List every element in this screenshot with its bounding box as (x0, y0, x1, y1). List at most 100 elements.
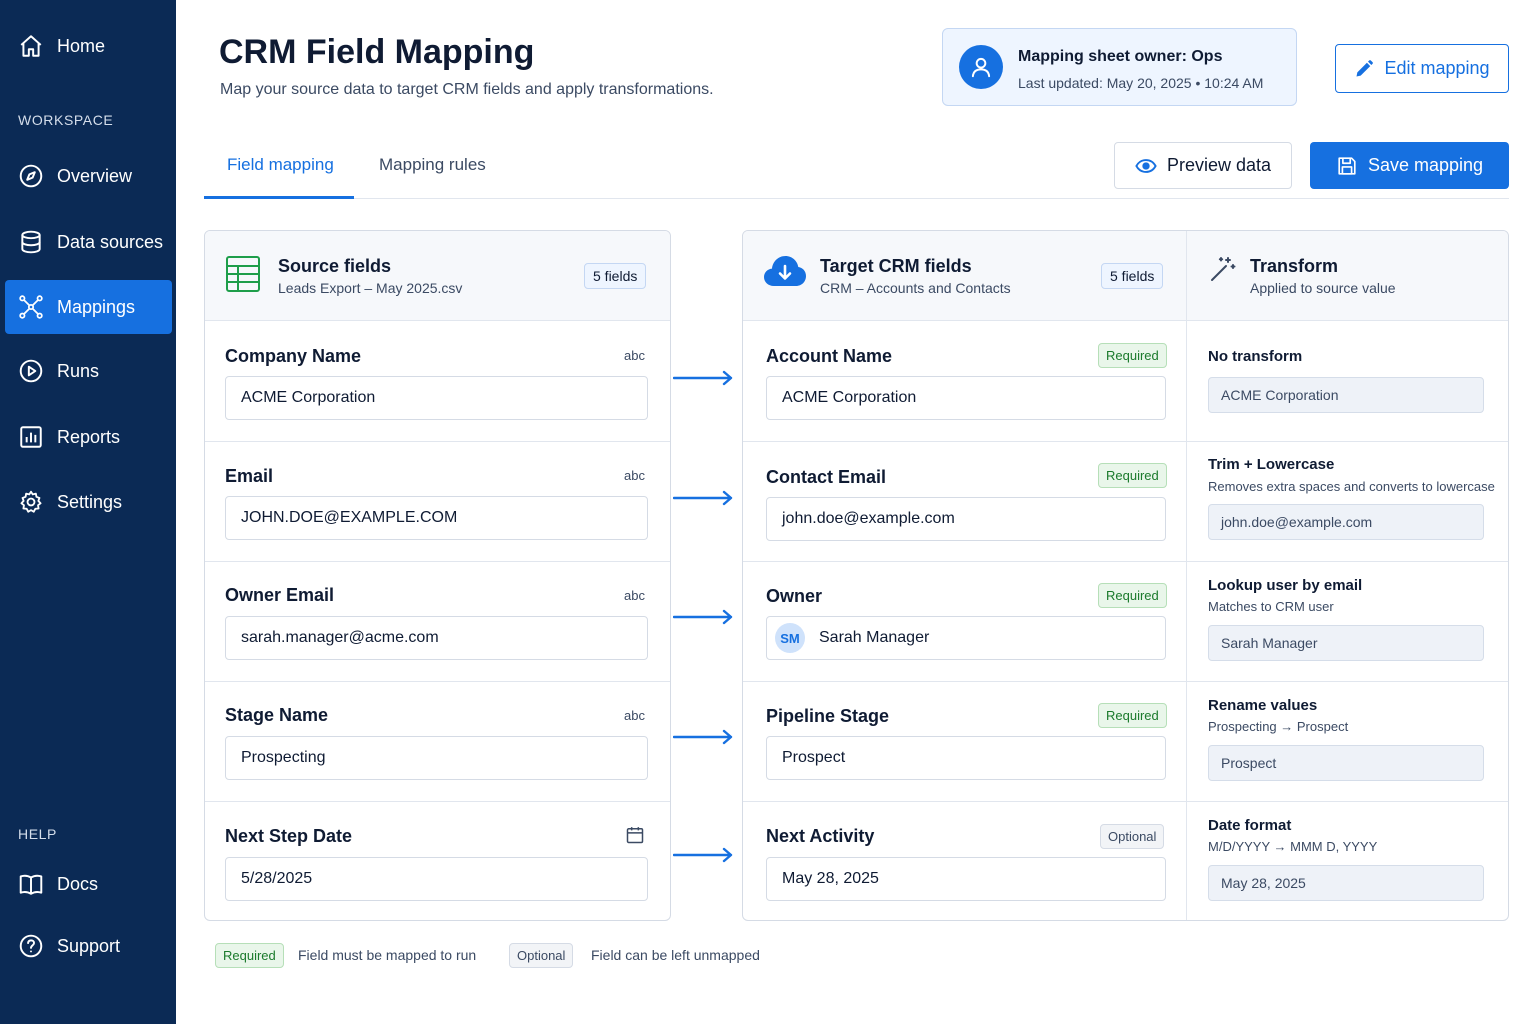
sidebar-item-docs[interactable]: Docs (5, 857, 172, 911)
sidebar-item-settings[interactable]: Settings (5, 475, 172, 529)
target-field-label: Pipeline Stage (766, 706, 890, 726)
arrow-right-icon (673, 609, 733, 625)
row-divider (205, 441, 670, 442)
tab-field-mapping[interactable]: Field mapping (227, 155, 334, 175)
row-divider (743, 441, 1508, 442)
column-divider (1186, 231, 1187, 920)
tabs-divider (204, 198, 1509, 199)
target-transform-panel: Target CRM fields CRM – Accounts and Con… (742, 230, 1509, 921)
arrow-right-icon (673, 370, 733, 386)
row-divider (205, 681, 670, 682)
help-section-label: HELP (18, 826, 57, 842)
target-field-label: Next Activity (766, 826, 875, 846)
source-field-value[interactable]: ACME Corporation (225, 376, 648, 420)
sidebar-item-home[interactable]: Home (5, 19, 172, 73)
transform-result: john.doe@example.com (1208, 504, 1484, 540)
source-field-value[interactable]: sarah.manager@acme.com (225, 616, 648, 660)
row-divider (205, 561, 670, 562)
target-field-value[interactable]: ACME Corporation (766, 376, 1166, 420)
target-field-value[interactable]: john.doe@example.com (766, 497, 1166, 541)
required-badge: Required (1098, 343, 1167, 368)
legend-optional-badge: Optional (509, 943, 574, 968)
transform-panel-title: Transform (1250, 256, 1339, 276)
transform-title: Trim + Lowercase (1208, 456, 1335, 473)
legend-required-badge: Required (215, 943, 284, 968)
page-subtitle: Map your source data to target CRM field… (220, 81, 714, 98)
compass-icon (19, 164, 43, 188)
sidebar-item-label: Runs (57, 360, 100, 381)
row-divider (743, 801, 1508, 802)
source-field-label: Stage Name (225, 705, 329, 725)
preview-data-label: Preview data (1166, 155, 1272, 175)
home-icon (20, 35, 42, 57)
magic-wand-icon (1211, 257, 1236, 281)
target-field-value[interactable]: Prospect (766, 736, 1166, 780)
sidebar-item-mappings[interactable]: Mappings (5, 280, 172, 334)
arrow-right-icon (673, 490, 733, 506)
text-type-tag: abc (624, 348, 645, 363)
transform-result: Sarah Manager (1208, 625, 1484, 661)
target-field-value[interactable]: May 28, 2025 (766, 857, 1166, 901)
transform-description: Matches to CRM user (1208, 599, 1334, 614)
transform-description: Removes extra spaces and converts to low… (1208, 479, 1495, 494)
last-updated: Last updated: May 20, 2025 • 10:24 AM (1018, 75, 1264, 91)
question-circle-icon (19, 934, 43, 958)
eye-icon (1135, 158, 1157, 173)
transform-title: Date format (1208, 817, 1292, 834)
sidebar-item-label: Mappings (57, 296, 136, 317)
transform-title: Lookup user by email (1208, 577, 1363, 594)
owner-label: Mapping sheet owner: Ops (1018, 48, 1223, 65)
page-title: CRM Field Mapping (219, 33, 535, 71)
sidebar: Home WORKSPACE Overview Data sources Map… (0, 0, 176, 1024)
sidebar-item-overview[interactable]: Overview (5, 149, 172, 203)
sidebar-item-data-sources[interactable]: Data sources (5, 215, 172, 269)
play-circle-icon (19, 359, 43, 383)
arrow-right-icon (673, 729, 733, 745)
source-field-value[interactable]: 5/28/2025 (225, 857, 648, 901)
target-panel-subtitle: CRM – Accounts and Contacts (820, 280, 1011, 296)
source-field-value[interactable]: JOHN.DOE@EXAMPLE.COM (225, 496, 648, 540)
sidebar-item-label: Overview (57, 165, 133, 186)
optional-badge: Optional (1100, 824, 1165, 849)
source-field-label: Email (225, 466, 274, 486)
text-type-tag: abc (624, 708, 645, 723)
sidebar-item-support[interactable]: Support (5, 919, 172, 973)
target-field-label: Owner (766, 586, 823, 606)
sidebar-item-reports[interactable]: Reports (5, 410, 172, 464)
transform-title: Rename values (1208, 697, 1318, 714)
sidebar-item-runs[interactable]: Runs (5, 344, 172, 398)
transform-description: Prospecting → Prospect (1208, 719, 1349, 734)
target-panel-header: Target CRM fields CRM – Accounts and Con… (743, 231, 1508, 321)
source-field-count-badge: 5 fields (584, 263, 647, 289)
transform-result: ACME Corporation (1208, 377, 1484, 413)
text-type-tag: abc (624, 468, 645, 483)
source-field-value[interactable]: Prospecting (225, 736, 648, 780)
book-icon (19, 874, 43, 895)
source-field-label: Next Step Date (225, 826, 353, 846)
legend-optional-text: Field can be left unmapped (591, 947, 760, 963)
sidebar-item-label: Reports (57, 426, 121, 447)
edit-mapping-label: Edit mapping (1384, 58, 1490, 78)
source-panel-header: Source fields Leads Export – May 2025.cs… (205, 231, 670, 321)
transform-result: May 28, 2025 (1208, 865, 1484, 901)
row-divider (743, 681, 1508, 682)
source-field-label: Owner Email (225, 585, 335, 605)
sidebar-item-label: Settings (57, 491, 123, 512)
preview-data-button[interactable]: Preview data (1114, 142, 1292, 189)
transform-panel-subtitle: Applied to source value (1250, 280, 1396, 296)
source-fields-panel: Source fields Leads Export – May 2025.cs… (204, 230, 671, 921)
sidebar-item-label: Support (57, 935, 121, 956)
source-file-name: Leads Export – May 2025.csv (278, 280, 463, 296)
source-panel-title: Source fields (278, 256, 392, 276)
save-mapping-button[interactable]: Save mapping (1310, 142, 1509, 189)
row-divider (743, 561, 1508, 562)
tab-mapping-rules[interactable]: Mapping rules (379, 155, 486, 175)
user-avatar-icon (959, 45, 1003, 89)
spreadsheet-icon (226, 256, 260, 292)
target-owner-select[interactable]: SM Sarah Manager (766, 616, 1166, 660)
sidebar-item-label: Home (57, 35, 106, 56)
row-divider (205, 801, 670, 802)
edit-mapping-button[interactable]: Edit mapping (1335, 44, 1509, 93)
target-field-count-badge: 5 fields (1101, 263, 1164, 289)
text-type-tag: abc (624, 588, 645, 603)
